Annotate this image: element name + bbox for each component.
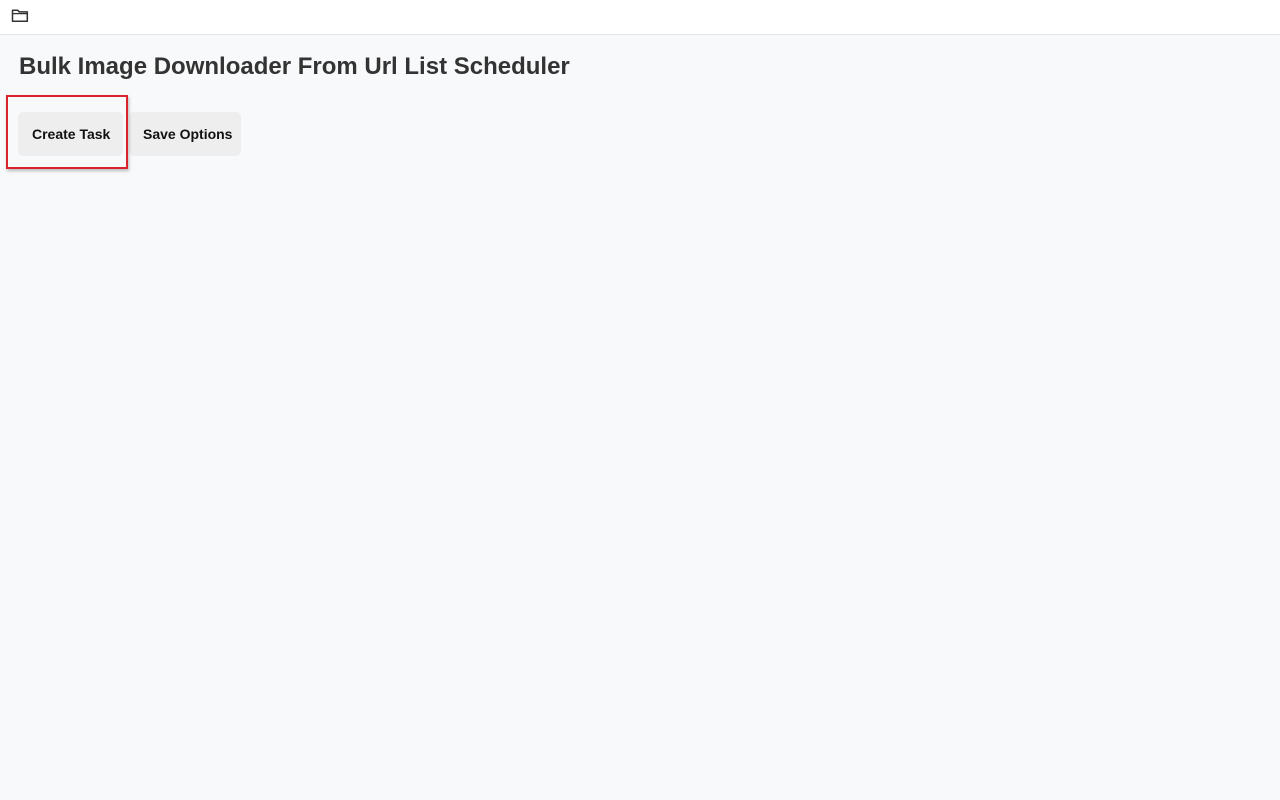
top-toolbar xyxy=(0,0,1280,35)
create-task-button[interactable]: Create Task xyxy=(18,112,123,156)
page-title: Bulk Image Downloader From Url List Sche… xyxy=(19,53,570,80)
folder-icon xyxy=(11,8,29,22)
folder-button[interactable] xyxy=(10,6,30,24)
save-options-button[interactable]: Save Options xyxy=(129,112,241,156)
